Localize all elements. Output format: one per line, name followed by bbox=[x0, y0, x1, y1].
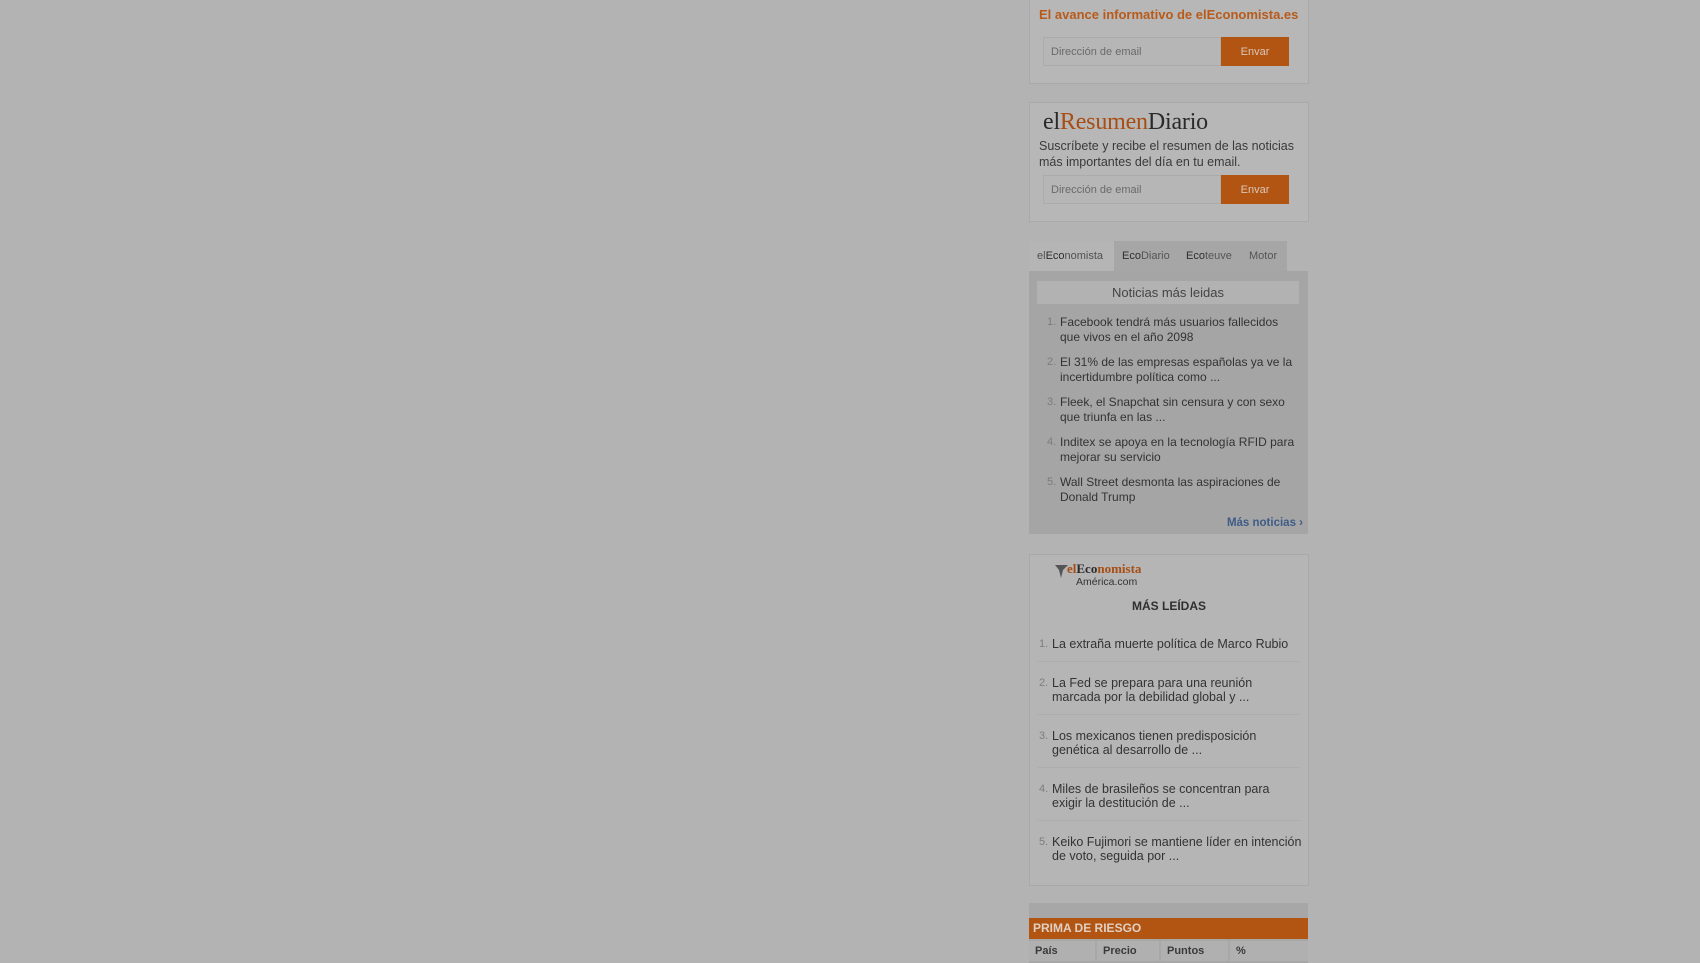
resumen-diario-logo: elResumenDiario bbox=[1043, 109, 1208, 136]
col-header-percent: % bbox=[1230, 941, 1308, 961]
america-most-read-box: elEconomista América.com MÁS LEÍDAS 1. L… bbox=[1029, 554, 1309, 886]
list-item: 2. La Fed se prepara para una reunión ma… bbox=[1038, 662, 1300, 715]
list-item: 5. Wall Street desmonta las aspiraciones… bbox=[1037, 471, 1299, 511]
tab-ecoteuve[interactable]: Ecoteuve bbox=[1186, 241, 1232, 272]
news-link[interactable]: Keiko Fujimori se mantiene líder en inte… bbox=[1052, 835, 1302, 863]
avance-tagline: El avance informativo de elEconomista.es bbox=[1039, 7, 1299, 22]
news-site-tabs: elEconomista EcoDiario Ecoteuve Motor bbox=[1029, 241, 1287, 272]
list-item: 1. La extraña muerte política de Marco R… bbox=[1038, 623, 1300, 662]
america-most-read-list: 1. La extraña muerte política de Marco R… bbox=[1030, 623, 1308, 873]
item-number: 1. bbox=[1039, 638, 1049, 650]
news-link[interactable]: Los mexicanos tienen predisposición gené… bbox=[1052, 729, 1302, 757]
item-number: 3. bbox=[1047, 396, 1057, 408]
svg-text:elEconomista: elEconomista bbox=[1067, 562, 1142, 576]
news-link[interactable]: Fleek, el Snapchat sin censura y con sex… bbox=[1060, 395, 1300, 425]
item-number: 5. bbox=[1047, 476, 1057, 488]
list-item: 3. Los mexicanos tienen predisposición g… bbox=[1038, 715, 1300, 768]
risk-premium-title: PRIMA DE RIESGO bbox=[1029, 918, 1308, 939]
item-number: 4. bbox=[1039, 783, 1049, 795]
tab-ecodiario[interactable]: EcoDiario bbox=[1122, 241, 1170, 272]
resumen-diario-box: elResumenDiario Suscríbete y recibe el r… bbox=[1029, 102, 1309, 222]
tab-motor[interactable]: Motor bbox=[1249, 241, 1277, 272]
news-link[interactable]: Miles de brasileños se concentran para e… bbox=[1052, 782, 1302, 810]
resumen-send-button[interactable]: Envar bbox=[1221, 175, 1289, 204]
risk-table-header: País Precio Puntos % bbox=[1029, 941, 1308, 961]
logo-eco: Eco bbox=[1076, 562, 1097, 576]
more-news-link[interactable]: Más noticias › bbox=[1227, 517, 1303, 529]
col-header-points: Puntos bbox=[1161, 941, 1228, 961]
list-item: 4. Inditex se apoya en la tecnología RFI… bbox=[1037, 431, 1299, 471]
list-item: 4. Miles de brasileños se concentran par… bbox=[1038, 768, 1300, 821]
col-header-price: Precio bbox=[1097, 941, 1159, 961]
most-read-header: Noticias más leidas bbox=[1037, 281, 1299, 304]
news-link[interactable]: Inditex se apoya en la tecnología RFID p… bbox=[1060, 435, 1300, 465]
item-number: 2. bbox=[1039, 677, 1049, 689]
news-link[interactable]: La extraña muerte política de Marco Rubi… bbox=[1052, 637, 1302, 651]
most-read-panel: Noticias más leidas 1. Facebook tendrá m… bbox=[1029, 271, 1308, 534]
avance-newsletter-box: El avance informativo de elEconomista.es… bbox=[1029, 0, 1309, 84]
logo-sub: América.com bbox=[1076, 576, 1138, 588]
most-read-list: 1. Facebook tendrá más usuarios fallecid… bbox=[1037, 311, 1299, 511]
logo-el: el bbox=[1067, 562, 1077, 576]
news-link[interactable]: La Fed se prepara para una reunión marca… bbox=[1052, 676, 1302, 704]
resumen-description: Suscríbete y recibe el resumen de las no… bbox=[1039, 139, 1294, 169]
news-link[interactable]: El 31% de las empresas españolas ya ve l… bbox=[1060, 355, 1300, 385]
news-link[interactable]: Facebook tendrá más usuarios fallecidos … bbox=[1060, 315, 1300, 345]
avance-email-input[interactable] bbox=[1043, 37, 1221, 66]
avance-send-button[interactable]: Envar bbox=[1221, 37, 1289, 66]
tab-eleconomista[interactable]: elEconomista bbox=[1029, 241, 1114, 272]
col-header-country: País bbox=[1029, 941, 1095, 961]
brand-el: el bbox=[1043, 109, 1060, 135]
logo-nomista: nomista bbox=[1097, 562, 1142, 576]
news-link[interactable]: Wall Street desmonta las aspiraciones de… bbox=[1060, 475, 1300, 505]
list-item: 5. Keiko Fujimori se mantiene líder en i… bbox=[1038, 821, 1302, 873]
item-number: 1. bbox=[1047, 316, 1057, 328]
list-item: 1. Facebook tendrá más usuarios fallecid… bbox=[1037, 311, 1299, 351]
list-item: 3. Fleek, el Snapchat sin censura y con … bbox=[1037, 391, 1299, 431]
resumen-email-input[interactable] bbox=[1043, 175, 1221, 204]
list-item: 2. El 31% de las empresas españolas ya v… bbox=[1037, 351, 1299, 391]
brand-resumen: Resumen bbox=[1059, 109, 1148, 135]
item-number: 4. bbox=[1047, 436, 1057, 448]
item-number: 3. bbox=[1039, 730, 1049, 742]
eleconomista-america-logo[interactable]: elEconomista América.com bbox=[1054, 562, 1174, 588]
item-number: 5. bbox=[1039, 836, 1049, 848]
america-most-read-title: MÁS LEÍDAS bbox=[1131, 599, 1206, 613]
risk-premium-box: PRIMA DE RIESGO País Precio Puntos % bbox=[1029, 903, 1308, 963]
item-number: 2. bbox=[1047, 356, 1057, 368]
brand-diario: Diario bbox=[1147, 109, 1208, 135]
